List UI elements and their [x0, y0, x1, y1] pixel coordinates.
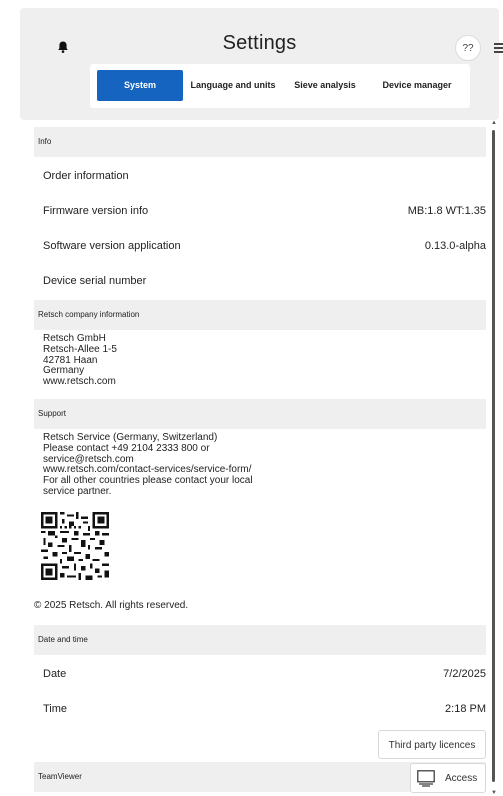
- company-website: www.retsch.com: [43, 376, 116, 388]
- tab-language-and-units[interactable]: Language and units: [186, 70, 280, 101]
- help-button[interactable]: ??: [455, 35, 481, 61]
- row-value: 0.13.0-alpha: [424, 240, 486, 252]
- third-party-licences-button[interactable]: Third party licences: [378, 730, 486, 759]
- tab-device-manager[interactable]: Device manager: [370, 70, 464, 101]
- row-value: MB:1.8 WT:1.35: [407, 205, 486, 217]
- scroll-down-arrow-icon[interactable]: ▼: [491, 790, 497, 796]
- scroll-up-arrow-icon[interactable]: ▲: [491, 120, 497, 126]
- tab-sieve-analysis[interactable]: Sieve analysis: [283, 70, 367, 101]
- content-scrollbar[interactable]: ▲ ▼: [490, 120, 498, 796]
- company-section-header: Retsch company information: [34, 300, 486, 330]
- support-line: Please contact +49 2104 2333 800 or: [43, 442, 210, 454]
- support-info-block: Retsch Service (Germany, Switzerland) Pl…: [43, 432, 253, 498]
- row-label: Order information: [43, 170, 129, 182]
- page-title: Settings: [222, 32, 297, 54]
- qr-code-image: [41, 512, 109, 580]
- order-information-row[interactable]: Order information: [43, 170, 486, 182]
- tab-system[interactable]: System: [97, 70, 183, 101]
- date-value: 7/2/2025: [443, 668, 486, 680]
- app-window: Settings ?? System Language and units Si…: [0, 0, 503, 796]
- row-label: Date: [43, 668, 67, 680]
- monitor-icon: [417, 770, 435, 787]
- firmware-version-row: Firmware version info MB:1.8 WT:1.35: [43, 205, 486, 217]
- time-value: 2:18 PM: [445, 703, 486, 715]
- company-line: Retsch-Allee 1-5: [43, 343, 117, 355]
- settings-header: Settings ?? System Language and units Si…: [20, 8, 503, 120]
- copyright-text: © 2025 Retsch. All rights reserved.: [34, 600, 189, 611]
- support-section-header: Support: [34, 399, 486, 429]
- company-info-block: Retsch GmbH Retsch-Allee 1-5 42781 Haan …: [43, 333, 117, 388]
- device-serial-row: Device serial number: [43, 275, 486, 287]
- access-label: Access: [445, 773, 478, 784]
- system-settings-content: Info Order information Firmware version …: [20, 120, 499, 796]
- row-label: Software version application: [43, 240, 181, 252]
- row-label: Time: [43, 703, 68, 715]
- row-label: Device serial number: [43, 275, 147, 287]
- row-label: Firmware version info: [43, 205, 149, 217]
- scroll-thumb[interactable]: [492, 130, 495, 782]
- info-section-header: Info: [34, 127, 486, 157]
- datetime-section-header: Date and time: [34, 625, 486, 655]
- software-version-row: Software version application 0.13.0-alph…: [43, 240, 486, 252]
- support-line: service partner.: [43, 485, 112, 497]
- settings-tabbar: System Language and units Sieve analysis…: [90, 64, 470, 108]
- date-row[interactable]: Date 7/2/2025: [43, 668, 486, 680]
- left-edge: [0, 0, 20, 796]
- teamviewer-access-button[interactable]: Access: [410, 763, 486, 793]
- hamburger-menu-icon[interactable]: [494, 43, 503, 53]
- time-row[interactable]: Time 2:18 PM: [43, 703, 486, 715]
